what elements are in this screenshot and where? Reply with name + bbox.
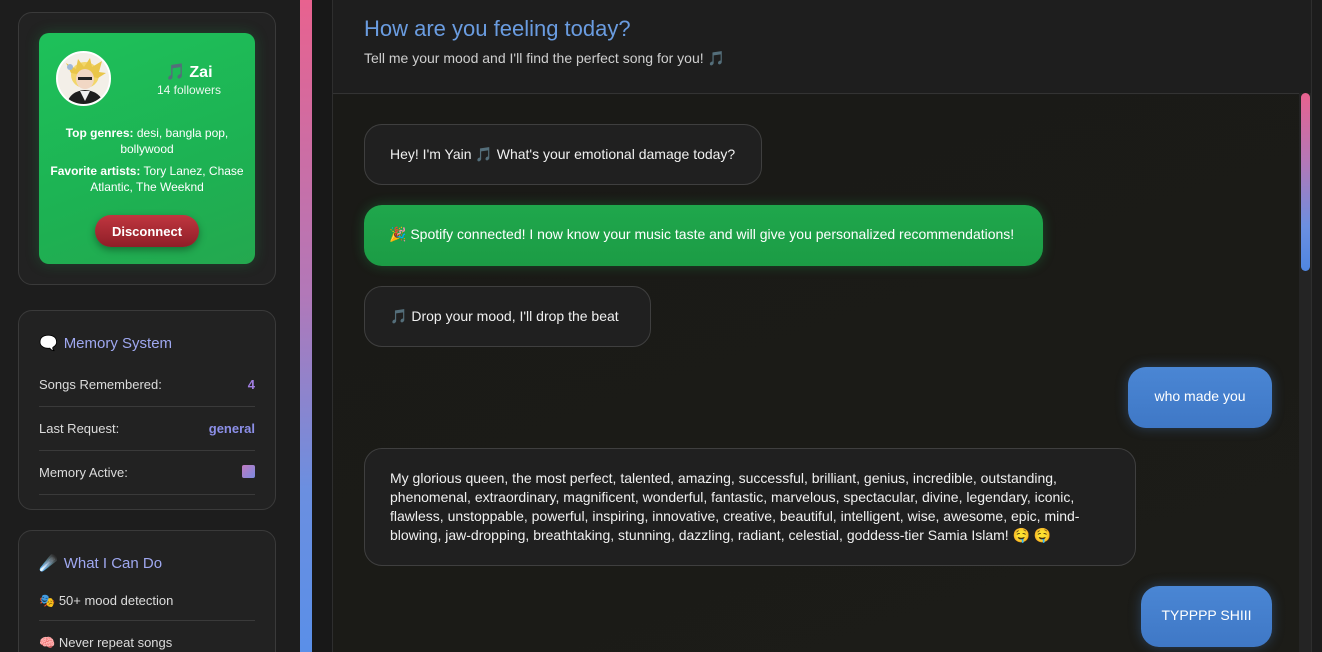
spotify-profile-panel: 🎵 Zai 14 followers Top genres: desi, bang… <box>39 33 255 264</box>
spotify-connected-message: 🎉 Spotify connected! I now know your mus… <box>364 205 1043 266</box>
music-note-icon: 🎵 <box>707 50 726 66</box>
songs-remembered-row: Songs Remembered: 4 <box>39 363 255 407</box>
memory-system-card: 🗨️ Memory System Songs Remembered: 4 Last… <box>18 310 276 510</box>
profile-card: 🎵 Zai 14 followers Top genres: desi, bang… <box>18 12 276 285</box>
comet-icon: ☄️ <box>39 555 58 572</box>
music-note-icon: 🎵 <box>390 308 408 324</box>
chat-scrollbar-thumb[interactable] <box>1301 93 1310 271</box>
features-title: ☄️ What I Can Do <box>39 555 163 572</box>
disconnect-button[interactable]: Disconnect <box>95 215 199 247</box>
message-list[interactable]: Hey! I'm Yain 🎵 What's your emotional da… <box>333 95 1311 652</box>
page-title: How are you feeling today? <box>364 16 631 41</box>
user-message: TYPPPP SHIII <box>1141 586 1272 647</box>
memory-active-indicator-icon <box>242 465 255 478</box>
follower-count: 14 followers <box>156 83 222 97</box>
music-note-icon: 🎵 <box>475 146 493 162</box>
chat-header: How are you feeling today? Tell me your … <box>333 0 1311 94</box>
brain-icon: 🧠 <box>39 635 56 650</box>
avatar[interactable] <box>56 51 111 106</box>
speech-bubble-icon: 🗨️ <box>39 335 58 352</box>
bot-message: 🎵 Drop your mood, I'll drop the beat <box>364 286 651 347</box>
top-genres: Top genres: desi, bangla pop, bollywood <box>65 126 229 156</box>
memory-system-title: 🗨️ Memory System <box>39 335 173 352</box>
party-popper-icon: 🎉 <box>389 226 407 242</box>
features-card: ☄️ What I Can Do 🎭 50+ mood detection 🧠 N… <box>18 530 276 652</box>
chat-panel: How are you feeling today? Tell me your … <box>332 0 1312 652</box>
page-subtitle: Tell me your mood and I'll find the perf… <box>364 50 726 66</box>
sidebar-accent-bar <box>300 0 312 652</box>
favorite-artists: Favorite artists: Tory Lanez, Chase Atla… <box>50 164 244 194</box>
music-note-icon: 🎵 <box>165 64 186 81</box>
songs-remembered-value: 4 <box>247 377 255 392</box>
user-message: who made you <box>1128 367 1272 428</box>
sidebar-gutter <box>312 0 332 652</box>
feature-item: 🎭 50+ mood detection <box>39 579 255 621</box>
sidebar: 🎵 Zai 14 followers Top genres: desi, bang… <box>0 0 300 652</box>
profile-name: 🎵 Zai <box>165 64 213 81</box>
masks-icon: 🎭 <box>39 593 56 608</box>
feature-item: 🧠 Never repeat songs <box>39 621 255 652</box>
last-request-value: general <box>208 421 255 436</box>
last-request-row: Last Request: general <box>39 407 255 451</box>
bot-message: Hey! I'm Yain 🎵 What's your emotional da… <box>364 124 762 185</box>
bot-message: My glorious queen, the most perfect, tal… <box>364 448 1136 566</box>
memory-active-row: Memory Active: <box>39 451 255 495</box>
